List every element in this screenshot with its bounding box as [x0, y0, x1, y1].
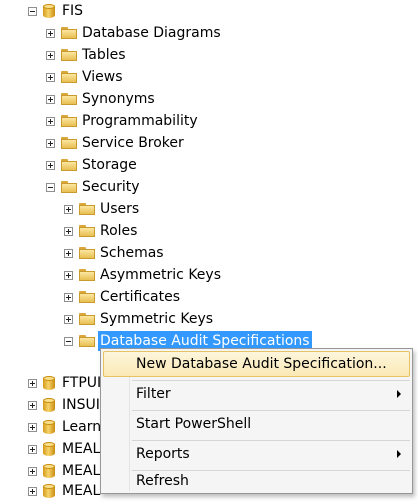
folder-icon — [79, 291, 95, 303]
plus-box-icon[interactable] — [28, 466, 37, 476]
plus-box-icon[interactable] — [64, 314, 73, 324]
tree-node-label: Service Broker — [82, 135, 184, 151]
folder-icon — [79, 247, 95, 259]
tree-node-database[interactable]: MEAL — [28, 438, 100, 460]
folder-icon — [79, 225, 95, 237]
database-icon — [43, 397, 55, 413]
tree-node-fis[interactable]: FIS — [28, 0, 83, 22]
menu-item-reports[interactable]: Reports — [103, 441, 410, 467]
tree-node-synonyms[interactable]: Synonyms — [46, 88, 155, 110]
tree-node-roles[interactable]: Roles — [64, 220, 137, 242]
menu-item-label: New Database Audit Specification... — [136, 356, 387, 372]
minus-box-icon[interactable] — [46, 182, 55, 192]
tree-node-users[interactable]: Users — [64, 198, 139, 220]
menu-item-new-database-audit-specification[interactable]: New Database Audit Specification... — [103, 351, 410, 377]
database-icon — [43, 419, 55, 435]
tree-node-storage[interactable]: Storage — [46, 154, 137, 176]
plus-box-icon[interactable] — [46, 94, 55, 104]
tree-node-label: Roles — [100, 223, 138, 239]
folder-icon — [61, 137, 77, 149]
tree-node-label: Symmetric Keys — [100, 311, 214, 327]
database-icon — [43, 463, 55, 479]
plus-box-icon[interactable] — [46, 72, 55, 82]
database-icon — [43, 483, 55, 499]
tree-node-label: Programmability — [82, 113, 198, 129]
plus-box-icon[interactable] — [28, 444, 37, 454]
folder-icon — [61, 159, 77, 171]
tree-node-database[interactable]: MEAL — [28, 460, 100, 482]
context-menu: New Database Audit Specification... Filt… — [100, 348, 413, 494]
plus-box-icon[interactable] — [28, 378, 37, 388]
tree-node-views[interactable]: Views — [46, 66, 123, 88]
plus-box-icon[interactable] — [64, 292, 73, 302]
minus-box-icon[interactable] — [28, 6, 37, 16]
tree-node-label: Storage — [82, 157, 137, 173]
tree-node-label: FTPUI — [62, 375, 102, 391]
tree-node-database[interactable]: FTPUI — [28, 372, 101, 394]
tree-node-database[interactable]: Learn — [28, 416, 101, 438]
plus-box-icon[interactable] — [28, 400, 37, 410]
menu-item-label: Filter — [136, 386, 171, 402]
tree-node-label: Tables — [82, 47, 126, 63]
tree-node-label: MEAL — [62, 483, 101, 499]
tree-node-database[interactable]: INSUI — [28, 394, 100, 416]
folder-icon — [79, 313, 95, 325]
plus-box-icon[interactable] — [28, 486, 37, 496]
database-icon — [43, 375, 55, 391]
minus-box-icon[interactable] — [64, 336, 73, 346]
plus-box-icon[interactable] — [64, 226, 73, 236]
tree-node-schemas[interactable]: Schemas — [64, 242, 164, 264]
tree-node-label: Certificates — [100, 289, 181, 305]
folder-icon — [61, 181, 77, 193]
menu-item-refresh[interactable]: Refresh — [103, 471, 410, 491]
tree-node-asymmetric-keys[interactable]: Asymmetric Keys — [64, 264, 221, 286]
folder-icon — [61, 49, 77, 61]
menu-item-label: Refresh — [136, 473, 189, 489]
submenu-arrow-icon — [397, 390, 401, 398]
tree-node-label: Database Diagrams — [82, 25, 221, 41]
folder-icon — [79, 203, 95, 215]
tree-node-label: Views — [82, 69, 123, 85]
tree-node-service-broker[interactable]: Service Broker — [46, 132, 184, 154]
tree-node-label: Synonyms — [82, 91, 155, 107]
tree-node-label: Users — [100, 201, 140, 217]
tree-node-label: MEAL — [62, 463, 101, 479]
tree-node-symmetric-keys[interactable]: Symmetric Keys — [64, 308, 213, 330]
plus-box-icon[interactable] — [28, 422, 37, 432]
menu-item-start-powershell[interactable]: Start PowerShell — [103, 411, 410, 437]
folder-icon — [61, 27, 77, 39]
tree-node-database[interactable]: MEAL — [28, 480, 100, 502]
tree-node-database-diagrams[interactable]: Database Diagrams — [46, 22, 221, 44]
plus-box-icon[interactable] — [46, 28, 55, 38]
folder-icon — [61, 93, 77, 105]
folder-icon — [79, 335, 95, 347]
tree-node-label: Asymmetric Keys — [100, 267, 222, 283]
tree-node-programmability[interactable]: Programmability — [46, 110, 198, 132]
folder-icon — [79, 269, 95, 281]
submenu-arrow-icon — [397, 450, 401, 458]
plus-box-icon[interactable] — [46, 138, 55, 148]
tree-node-label: Schemas — [100, 245, 164, 261]
plus-box-icon[interactable] — [46, 50, 55, 60]
database-icon — [43, 441, 55, 457]
plus-box-icon[interactable] — [64, 204, 73, 214]
menu-item-label: Reports — [136, 446, 190, 462]
tree-node-label: Security — [82, 179, 140, 195]
tree-node-label: MEAL — [62, 441, 101, 457]
tree-node-label: FIS — [62, 3, 84, 19]
menu-item-filter[interactable]: Filter — [103, 381, 410, 407]
tree-node-security[interactable]: Security — [46, 176, 140, 198]
tree-node-certificates[interactable]: Certificates — [64, 286, 180, 308]
tree-node-label: Learn — [62, 419, 102, 435]
folder-icon — [61, 115, 77, 127]
folder-icon — [61, 71, 77, 83]
database-icon — [43, 3, 55, 19]
plus-box-icon[interactable] — [64, 248, 73, 258]
menu-item-label: Start PowerShell — [136, 416, 252, 432]
plus-box-icon[interactable] — [64, 270, 73, 280]
plus-box-icon[interactable] — [46, 116, 55, 126]
tree-node-tables[interactable]: Tables — [46, 44, 126, 66]
plus-box-icon[interactable] — [46, 160, 55, 170]
tree-node-label: INSUI — [62, 397, 100, 413]
